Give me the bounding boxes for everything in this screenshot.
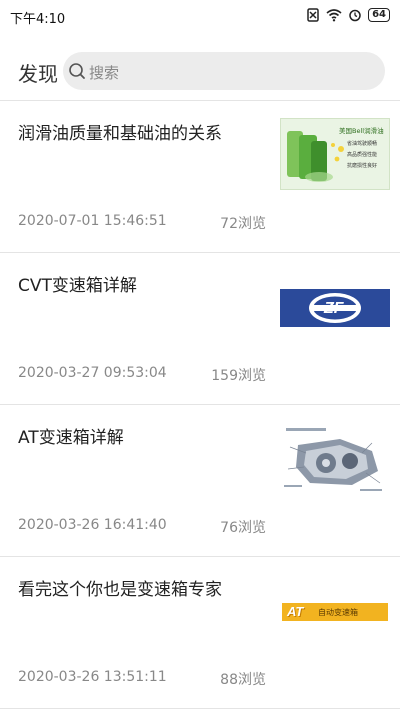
- article-thumbnail: 美国Bell润滑油 省油驾驶顺畅 高品质强性能 抗磨损性良好: [280, 118, 390, 190]
- article-title: 看完这个你也是变速箱专家: [18, 580, 222, 600]
- search-icon: [69, 63, 85, 79]
- alarm-icon: [349, 9, 361, 22]
- wifi-icon: [326, 9, 342, 22]
- sim-off-icon: [307, 8, 319, 22]
- thumb-bullet: 抗磨损性良好: [347, 163, 378, 169]
- article-views: 88浏览: [220, 672, 266, 688]
- status-time: 下午4:10: [10, 12, 66, 27]
- article-list: 润滑油质量和基础油的关系 美国Bell润滑油 省油驾驶顺畅 高品质强性能 抗磨损…: [0, 101, 400, 709]
- thumb-brand-text: 美国Bell润滑油: [339, 127, 384, 135]
- article-views: 76浏览: [220, 520, 266, 536]
- at-logo-subtext: 自动变速箱: [318, 608, 358, 617]
- search-input[interactable]: 搜索: [63, 52, 385, 90]
- thumb-bullet: 省油驾驶顺畅: [347, 141, 378, 147]
- list-item[interactable]: CVT变速箱详解 ZF 2020-03-27 09:53:04 159浏览: [0, 253, 400, 405]
- zf-logo-text: ZF: [324, 300, 344, 317]
- article-title: CVT变速箱详解: [18, 276, 137, 296]
- article-views: 159浏览: [211, 368, 266, 384]
- article-views: 72浏览: [220, 216, 266, 232]
- at-logo-text: AT: [287, 604, 304, 619]
- status-bar: 下午4:10 64: [0, 0, 400, 34]
- article-date: 2020-07-01 15:46:51: [18, 213, 167, 229]
- list-item[interactable]: AT变速箱详解 2020-03-26 16:41:40 76浏览: [0, 405, 400, 557]
- thumb-bullets: 省油驾驶顺畅 高品质强性能 抗磨损性良好: [347, 139, 377, 172]
- article-title: 润滑油质量和基础油的关系: [18, 124, 222, 144]
- article-thumbnail: AT 自动变速箱: [282, 603, 388, 621]
- status-icons: 64: [306, 8, 390, 22]
- search-placeholder: 搜索: [89, 64, 120, 82]
- battery-icon: 64: [368, 8, 390, 22]
- thumb-bullet: 高品质强性能: [347, 152, 378, 158]
- list-item[interactable]: 看完这个你也是变速箱专家 AT 自动变速箱 2020-03-26 13:51:1…: [0, 557, 400, 709]
- page-title: 发现: [18, 62, 58, 86]
- transmission-diagram-image: [280, 425, 390, 497]
- header: 发现 搜索: [0, 48, 400, 94]
- list-item[interactable]: 润滑油质量和基础油的关系 美国Bell润滑油 省油驾驶顺畅 高品质强性能 抗磨损…: [0, 101, 400, 253]
- article-date: 2020-03-27 09:53:04: [18, 365, 167, 381]
- article-thumbnail: ZF: [280, 289, 390, 327]
- article-title: AT变速箱详解: [18, 428, 124, 448]
- article-thumbnail: [280, 425, 390, 497]
- article-date: 2020-03-26 13:51:11: [18, 669, 167, 685]
- article-date: 2020-03-26 16:41:40: [18, 517, 167, 533]
